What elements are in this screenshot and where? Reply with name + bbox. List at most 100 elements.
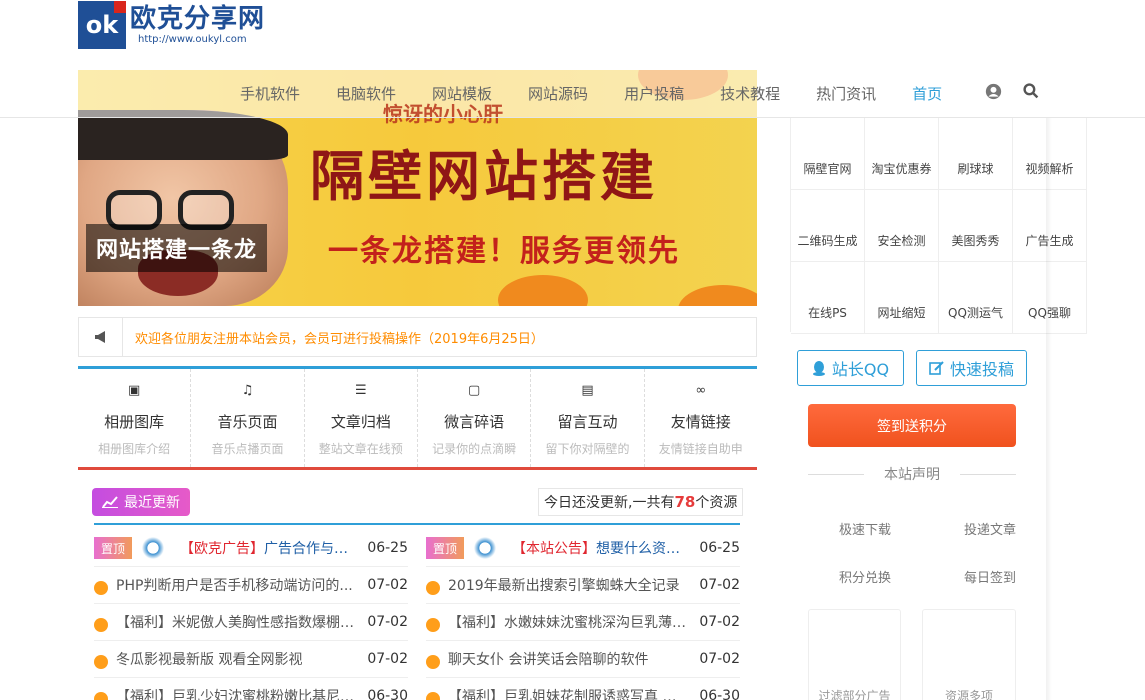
bullet-icon xyxy=(426,655,440,669)
notice-bar: 欢迎各位朋友注册本站会员，会员可进行投稿操作（2019年6月25日） xyxy=(78,317,757,357)
nav-item-pc-software[interactable]: 电脑软件 xyxy=(336,83,396,104)
link-points-exchange[interactable]: 积分兑换 xyxy=(839,567,891,586)
page: ok 欧克分享网 http://www.oukyl.com 惊讶的小心肝 隔壁网… xyxy=(0,0,1145,700)
feature-card[interactable]: 资源多项 xyxy=(922,609,1016,700)
feature-desc: 整站文章在线预 xyxy=(318,442,403,456)
tool-link[interactable]: 刷球球 xyxy=(939,118,1013,190)
list-item[interactable]: 【福利】米妮傲人美胸性感指数爆棚23p 07-02 xyxy=(94,604,408,641)
tool-link[interactable]: 淘宝优惠券 xyxy=(865,118,939,190)
item-date: 06-25 xyxy=(699,540,740,556)
feature-links[interactable]: ∞ 友情链接 友情链接自助申 xyxy=(645,369,757,467)
feature-whispers[interactable]: ▢ 微言碎语 记录你的点滴瞬 xyxy=(418,369,532,467)
item-thumbnail xyxy=(472,535,498,561)
feature-title: 留言互动 xyxy=(557,413,618,431)
tool-link[interactable]: 二维码生成 xyxy=(791,190,865,262)
nav-icons xyxy=(984,82,1040,100)
nav-item-home[interactable]: 首页 xyxy=(912,83,942,104)
item-date: 07-02 xyxy=(367,577,408,593)
latest-list-right: 置顶 【本站公告】想要什么资源... 06-25 2019年最新出搜索引擎蜘蛛大… xyxy=(426,530,740,700)
feature-guestbook[interactable]: ▤ 留言互动 留下你对隔壁的 xyxy=(531,369,645,467)
item-title[interactable]: 2019年最新出搜索引擎蜘蛛大全记录 xyxy=(448,575,696,595)
list-icon: ☰ xyxy=(354,383,367,398)
chart-icon xyxy=(102,496,118,508)
list-item[interactable]: 冬瓜影视最新版 观看全网影视 07-02 xyxy=(94,641,408,678)
link-icon: ∞ xyxy=(695,383,707,398)
feature-title: 相册图库 xyxy=(104,413,165,431)
feature-desc: 相册图库介绍 xyxy=(98,442,171,456)
nav-item-tutorials[interactable]: 技术教程 xyxy=(720,83,780,104)
item-title[interactable]: 【福利】巨乳姐妹花制服诱惑写真 黑... xyxy=(448,686,696,700)
search-icon[interactable] xyxy=(1022,82,1040,100)
tool-link[interactable]: 美图秀秀 xyxy=(939,190,1013,262)
bullet-icon xyxy=(94,655,108,669)
logo-mark: ok xyxy=(78,1,126,49)
feature-title: 音乐页面 xyxy=(217,413,278,431)
item-date: 07-02 xyxy=(367,614,408,630)
item-title[interactable]: PHP判断用户是否手机移动端访问的... xyxy=(116,575,364,595)
list-item[interactable]: 【福利】巨乳姐妹花制服诱惑写真 黑... 06-30 xyxy=(426,678,740,700)
list-item[interactable]: 聊天女仆 会讲笑话会陪聊的软件 07-02 xyxy=(426,641,740,678)
user-icon[interactable] xyxy=(984,82,1002,100)
tool-link[interactable]: QQ测运气 xyxy=(939,262,1013,334)
list-item[interactable]: 置顶 【欧克广告】广告合作与你... 06-25 xyxy=(94,530,408,567)
image-icon: ▣ xyxy=(128,383,141,398)
feature-gallery[interactable]: ▣ 相册图库 相册图库介绍 xyxy=(78,369,192,467)
feature-card[interactable]: 过滤部分广告 xyxy=(808,609,901,700)
item-date: 07-02 xyxy=(367,651,408,667)
link-fast-download[interactable]: 极速下载 xyxy=(839,519,891,538)
item-title[interactable]: 【福利】米妮傲人美胸性感指数爆棚23p xyxy=(116,612,364,632)
list-item[interactable]: 【福利】巨乳少妇沈蜜桃粉嫩比基尼肉... 06-30 xyxy=(94,678,408,700)
feature-archive[interactable]: ☰ 文章归档 整站文章在线预 xyxy=(305,369,418,467)
main-nav: 手机软件 电脑软件 网站模板 网站源码 用户投稿 技术教程 热门资讯 首页 xyxy=(240,80,978,106)
sticky-tag: 置顶 xyxy=(426,537,464,559)
nav-item-user-submissions[interactable]: 用户投稿 xyxy=(624,83,684,104)
item-date: 07-02 xyxy=(699,577,740,593)
webmaster-qq-button[interactable]: 站长QQ xyxy=(797,350,904,386)
edit-icon xyxy=(929,361,944,375)
sidebar-shadow xyxy=(1046,118,1052,700)
feature-desc: 留下你对隔壁的 xyxy=(545,442,630,456)
quick-post-button[interactable]: 快速投稿 xyxy=(916,350,1027,386)
banner-caption: 网站搭建一条龙 xyxy=(86,224,268,272)
tool-link[interactable]: 在线PS xyxy=(791,262,865,334)
nav-item-site-templates[interactable]: 网站模板 xyxy=(432,83,492,104)
latest-updates-button[interactable]: 最近更新 xyxy=(92,488,190,516)
tool-link[interactable]: 网址缩短 xyxy=(865,262,939,334)
feature-music[interactable]: ♫ 音乐页面 音乐点播页面 xyxy=(191,369,305,467)
qq-icon xyxy=(812,361,825,376)
bullet-icon xyxy=(94,692,108,700)
list-item[interactable]: PHP判断用户是否手机移动端访问的... 07-02 xyxy=(94,567,408,604)
item-title[interactable]: 【本站公告】想要什么资源... xyxy=(512,538,696,558)
item-date: 07-02 xyxy=(699,651,740,667)
bullet-icon xyxy=(94,581,108,595)
item-title[interactable]: 【福利】巨乳少妇沈蜜桃粉嫩比基尼肉... xyxy=(116,686,364,700)
tools-grid: 隔壁官网 淘宝优惠券 刷球球 视频解析 二维码生成 安全检测 美图秀秀 广告生成… xyxy=(790,118,1090,334)
list-item[interactable]: 【福利】水嫩妹妹沈蜜桃深沟巨乳薄纱... 07-02 xyxy=(426,604,740,641)
notice-text[interactable]: 欢迎各位朋友注册本站会员，会员可进行投稿操作（2019年6月25日） xyxy=(123,328,544,347)
sticky-tag: 置顶 xyxy=(94,537,132,559)
feature-title: 友情链接 xyxy=(670,413,731,431)
logo-url: http://www.oukyl.com xyxy=(138,34,247,45)
item-title[interactable]: 冬瓜影视最新版 观看全网影视 xyxy=(116,649,364,669)
item-title[interactable]: 【福利】水嫩妹妹沈蜜桃深沟巨乳薄纱... xyxy=(448,612,696,632)
latest-divider xyxy=(94,523,740,525)
tool-link[interactable]: 隔壁官网 xyxy=(791,118,865,190)
item-title[interactable]: 聊天女仆 会讲笑话会陪聊的软件 xyxy=(448,649,696,669)
link-daily-sign-in[interactable]: 每日签到 xyxy=(964,567,1016,586)
list-item[interactable]: 置顶 【本站公告】想要什么资源... 06-25 xyxy=(426,530,740,567)
bullet-icon xyxy=(426,581,440,595)
nav-item-hot-news[interactable]: 热门资讯 xyxy=(816,83,876,104)
nav-item-site-source[interactable]: 网站源码 xyxy=(528,83,588,104)
site-logo[interactable]: ok 欧克分享网 http://www.oukyl.com xyxy=(78,0,270,50)
nav-item-mobile-software[interactable]: 手机软件 xyxy=(240,83,300,104)
feature-title: 微言碎语 xyxy=(444,413,505,431)
sign-in-points-button[interactable]: 签到送积分 xyxy=(808,404,1016,447)
item-date: 06-25 xyxy=(367,540,408,556)
comment-icon: ▢ xyxy=(468,383,481,398)
item-title[interactable]: 【欧克广告】广告合作与你... xyxy=(180,538,364,558)
logo-name: 欧克分享网 xyxy=(130,4,266,34)
latest-updates-label: 最近更新 xyxy=(124,495,180,511)
tool-link[interactable]: 安全检测 xyxy=(865,190,939,262)
list-item[interactable]: 2019年最新出搜索引擎蜘蛛大全记录 07-02 xyxy=(426,567,740,604)
link-submit-article[interactable]: 投递文章 xyxy=(964,519,1016,538)
